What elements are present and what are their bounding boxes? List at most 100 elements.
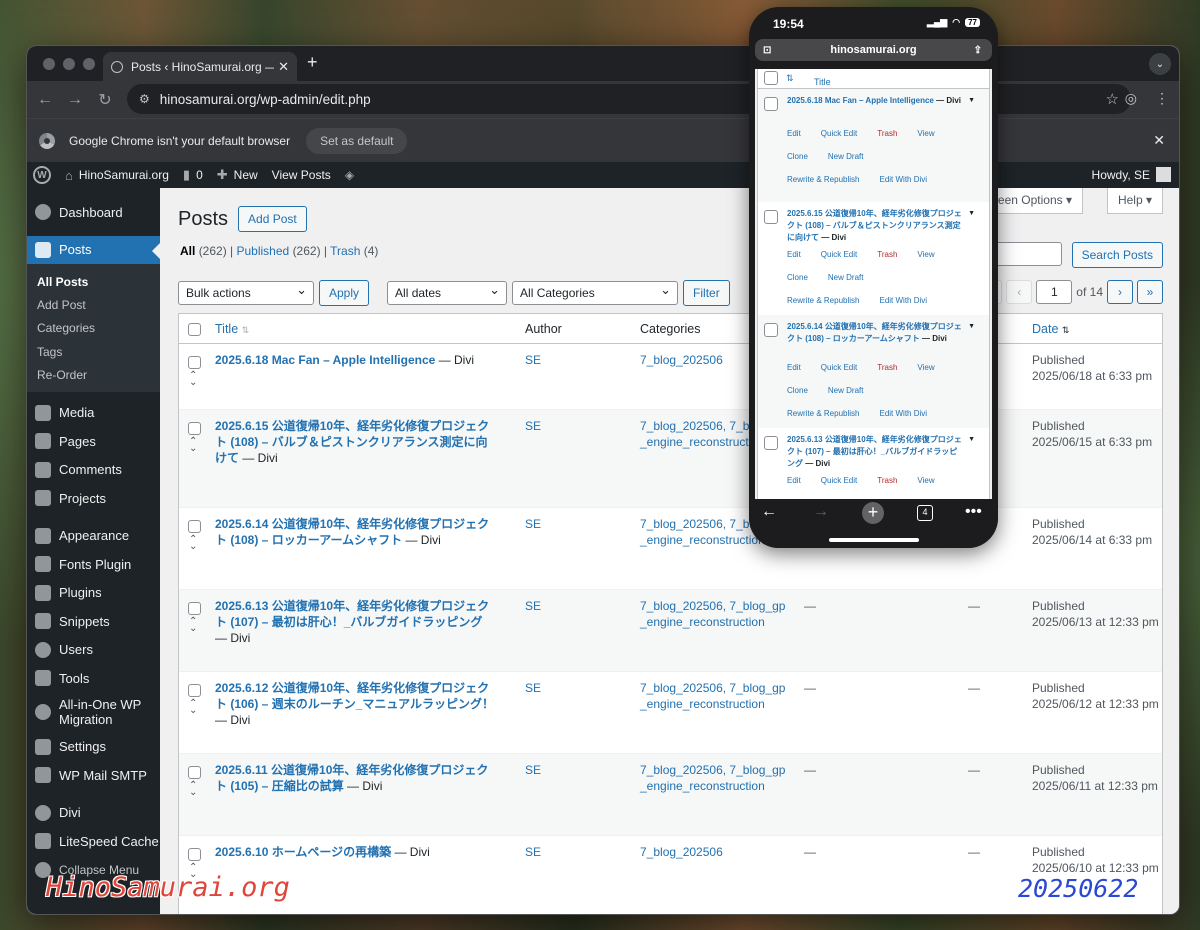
- trash-link[interactable]: Trash: [877, 475, 897, 487]
- share-icon[interactable]: ⇪: [974, 45, 982, 56]
- phone-post-title[interactable]: 2025.6.15 公道復帰10年、経年劣化修復プロジェクト (108) – バ…: [787, 208, 962, 244]
- tab-search-button[interactable]: ⌄: [1149, 53, 1171, 75]
- phone-more-icon[interactable]: •••: [965, 503, 982, 521]
- sidebar-item-plugins[interactable]: Plugins: [27, 578, 160, 607]
- view-link[interactable]: View: [917, 249, 934, 261]
- expand-icon[interactable]: ⌃ ⌄: [189, 535, 197, 552]
- post-categories[interactable]: 7_blog_202506: [640, 844, 790, 860]
- prev-page-button[interactable]: ‹: [1006, 280, 1033, 304]
- row-checkbox[interactable]: [188, 602, 201, 615]
- phone-post-title[interactable]: 2025.6.14 公道復帰10年、経年劣化修復プロジェクト (108) – ロ…: [787, 321, 962, 345]
- row-checkbox[interactable]: [188, 422, 201, 435]
- phone-tabs-icon[interactable]: 4: [917, 505, 933, 521]
- close-tab-icon[interactable]: ✕: [278, 59, 289, 75]
- sidebar-item-snippets[interactable]: Snippets: [27, 607, 160, 636]
- browser-tab[interactable]: Posts ‹ HinoSamurai.org — W ✕: [103, 52, 297, 81]
- submenu-tags[interactable]: Tags: [27, 340, 160, 363]
- quick-edit-link[interactable]: Quick Edit: [821, 128, 857, 140]
- edit-link[interactable]: Edit: [787, 475, 801, 487]
- bulk-actions-select[interactable]: Bulk actions: [178, 279, 314, 305]
- trash-link[interactable]: Trash: [877, 249, 897, 261]
- phone-column-title[interactable]: Title ⇅: [786, 73, 831, 87]
- quick-edit-link[interactable]: Quick Edit: [821, 249, 857, 261]
- row-checkbox[interactable]: [188, 356, 201, 369]
- forward-icon[interactable]: →: [63, 91, 87, 109]
- close-infobar-icon[interactable]: ✕: [1153, 132, 1165, 149]
- sidebar-item-projects[interactable]: Projects: [27, 484, 160, 513]
- post-title-link[interactable]: 2025.6.10 ホームページの再構築 — Divi: [215, 844, 495, 860]
- post-author[interactable]: SE: [525, 418, 541, 434]
- expand-icon[interactable]: ⌃ ⌄: [189, 617, 197, 634]
- current-page-input[interactable]: 1: [1036, 280, 1073, 304]
- expand-icon[interactable]: ⌃ ⌄: [189, 781, 197, 798]
- post-title-link[interactable]: 2025.6.12 公道復帰10年、経年劣化修復プロジェクト (106) – 週…: [215, 680, 495, 728]
- sidebar-item-litespeed[interactable]: LiteSpeed Cache: [27, 827, 160, 856]
- column-date[interactable]: Date ⇅: [1032, 322, 1069, 336]
- submenu-categories[interactable]: Categories: [27, 317, 160, 340]
- toggle-row-icon[interactable]: ▼: [968, 208, 975, 220]
- edit-link[interactable]: Edit: [787, 128, 801, 140]
- edit-link[interactable]: Edit: [787, 249, 801, 261]
- submenu-re-order[interactable]: Re-Order: [27, 363, 160, 386]
- phone-select-all-checkbox[interactable]: [764, 71, 778, 85]
- edit-with-divi-link[interactable]: Edit With Divi: [879, 295, 927, 307]
- back-icon[interactable]: ←: [33, 91, 57, 109]
- site-name-link[interactable]: ⌂ HinoSamurai.org: [65, 168, 169, 183]
- phone-row-checkbox[interactable]: [764, 210, 778, 224]
- row-checkbox[interactable]: [188, 684, 201, 697]
- sidebar-item-settings[interactable]: Settings: [27, 732, 160, 761]
- quick-edit-link[interactable]: Quick Edit: [821, 475, 857, 487]
- page-settings-icon[interactable]: ⊡: [763, 45, 771, 56]
- post-title-link[interactable]: 2025.6.14 公道復帰10年、経年劣化修復プロジェクト (108) – ロ…: [215, 516, 495, 548]
- help-button[interactable]: Help ▾: [1106, 188, 1163, 214]
- rewrite-republish-link[interactable]: Rewrite & Republish: [787, 295, 859, 307]
- category-filter-select[interactable]: All Categories: [512, 279, 679, 305]
- bookmark-star-icon[interactable]: ☆: [1106, 90, 1119, 108]
- sidebar-item-dashboard[interactable]: Dashboard: [27, 198, 160, 227]
- date-filter-select[interactable]: All dates: [387, 279, 508, 305]
- sidebar-item-fonts-plugin[interactable]: Fonts Plugin: [27, 550, 160, 579]
- post-categories[interactable]: 7_blog_202506, 7_blog_gp_engine_reconstr…: [640, 762, 790, 794]
- post-author[interactable]: SE: [525, 680, 541, 696]
- profile-icon[interactable]: ◎: [1125, 90, 1137, 107]
- quick-edit-link[interactable]: Quick Edit: [821, 362, 857, 374]
- rewrite-republish-link[interactable]: Rewrite & Republish: [787, 408, 859, 420]
- view-link[interactable]: View: [917, 362, 934, 374]
- post-author[interactable]: SE: [525, 516, 541, 532]
- sidebar-item-posts[interactable]: Posts: [27, 235, 160, 264]
- column-title[interactable]: Title ⇅: [215, 322, 249, 336]
- wordpress-logo-icon[interactable]: W: [33, 166, 51, 184]
- comments-link[interactable]: ▮ 0: [183, 167, 203, 183]
- phone-back-icon[interactable]: ←: [761, 503, 777, 521]
- sidebar-item-pages[interactable]: Pages: [27, 427, 160, 456]
- expand-icon[interactable]: ⌃ ⌄: [189, 699, 197, 716]
- phone-forward-icon[interactable]: →: [813, 503, 829, 521]
- clone-link[interactable]: Clone: [787, 272, 808, 284]
- submenu-add-post[interactable]: Add Post: [27, 293, 160, 316]
- filter-all[interactable]: All: [180, 244, 195, 258]
- window-controls[interactable]: [43, 58, 95, 70]
- expand-icon[interactable]: ⌃ ⌄: [189, 437, 197, 454]
- phone-new-tab-icon[interactable]: +: [862, 502, 884, 524]
- post-categories[interactable]: 7_blog_202506, 7_blog_gp_engine_reconstr…: [640, 680, 790, 712]
- sidebar-item-tools[interactable]: Tools: [27, 664, 160, 693]
- filter-published[interactable]: Published: [237, 244, 290, 258]
- reload-icon[interactable]: ↻: [93, 90, 117, 110]
- site-info-icon[interactable]: ⚙: [139, 92, 150, 106]
- clone-link[interactable]: Clone: [787, 385, 808, 397]
- new-content-link[interactable]: ✚ New: [217, 167, 258, 183]
- last-page-button[interactable]: »: [1137, 280, 1163, 304]
- view-link[interactable]: View: [917, 475, 934, 487]
- phone-row-checkbox[interactable]: [764, 97, 778, 111]
- add-post-button[interactable]: Add Post: [238, 206, 307, 232]
- post-title-link[interactable]: 2025.6.18 Mac Fan – Apple Intelligence —…: [215, 352, 495, 368]
- toggle-row-icon[interactable]: ▼: [968, 95, 975, 107]
- phone-row-checkbox[interactable]: [764, 323, 778, 337]
- expand-icon[interactable]: ⌃ ⌄: [189, 371, 197, 388]
- view-link[interactable]: View: [917, 128, 934, 140]
- post-categories[interactable]: 7_blog_202506, 7_blog_gp_engine_reconstr…: [640, 598, 790, 630]
- sidebar-item-comments[interactable]: Comments: [27, 455, 160, 484]
- post-title-link[interactable]: 2025.6.13 公道復帰10年、経年劣化修復プロジェクト (107) – 最…: [215, 598, 495, 646]
- new-tab-button[interactable]: +: [307, 52, 318, 73]
- sidebar-item-migration[interactable]: All-in-One WP Migration: [27, 692, 160, 732]
